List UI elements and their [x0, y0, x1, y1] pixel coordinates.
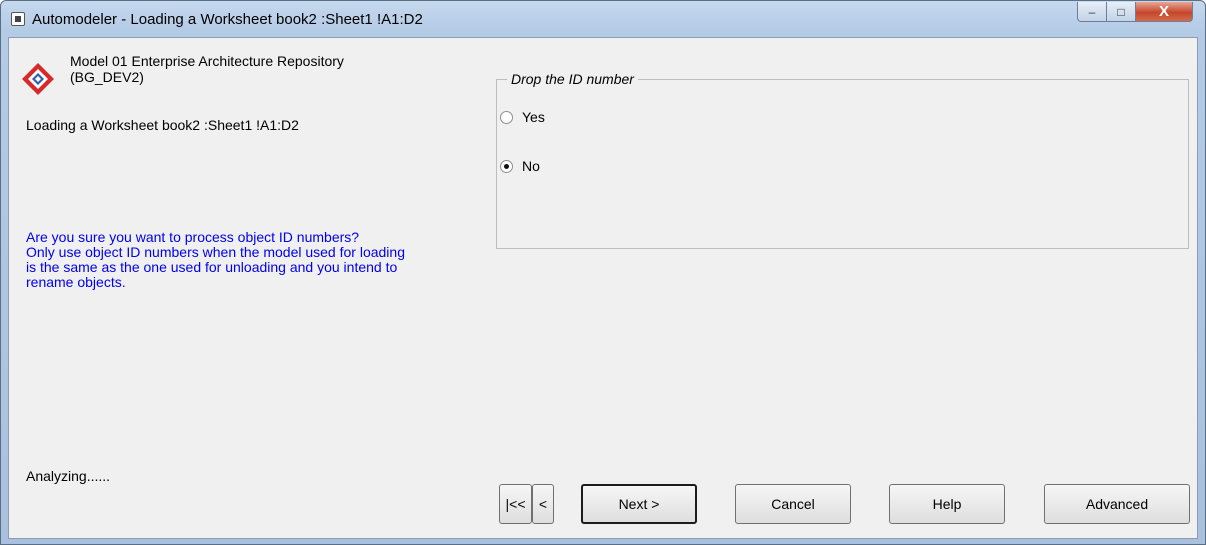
window-title: Automodeler - Loading a Worksheet book2 …: [32, 11, 423, 28]
radio-option-no[interactable]: No: [500, 158, 540, 174]
radio-yes-label[interactable]: Yes: [522, 109, 545, 125]
repository-logo-icon: [22, 63, 54, 95]
first-page-button[interactable]: |<<: [499, 484, 532, 524]
radio-no-label[interactable]: No: [522, 158, 540, 174]
close-icon: X: [1158, 3, 1169, 20]
warning-line: Only use object ID numbers when the mode…: [26, 244, 405, 260]
title-bar[interactable]: Automodeler - Loading a Worksheet book2 …: [1, 1, 1205, 37]
warning-line: Are you sure you want to process object …: [26, 229, 360, 245]
radio-yes-indicator[interactable]: [500, 110, 513, 124]
model-name: Model 01 Enterprise Architecture Reposit…: [70, 53, 344, 69]
app-window-icon[interactable]: [11, 12, 25, 26]
radio-option-yes[interactable]: Yes: [500, 109, 545, 125]
maximize-icon: □: [1117, 4, 1125, 19]
model-info: Model 01 Enterprise Architecture Reposit…: [70, 53, 344, 85]
advanced-button[interactable]: Advanced: [1044, 484, 1190, 524]
minimize-button[interactable]: –: [1077, 2, 1107, 22]
warning-line: is the same as the one used for unloadin…: [26, 259, 398, 275]
loading-label: Loading a Worksheet book2 :Sheet1 !A1:D2: [26, 117, 299, 133]
status-text: Analyzing......: [26, 468, 111, 484]
cancel-button[interactable]: Cancel: [735, 484, 851, 524]
minimize-icon: –: [1088, 4, 1096, 19]
groupbox-legend: Drop the ID number: [507, 71, 638, 87]
help-button[interactable]: Help: [889, 484, 1005, 524]
maximize-button[interactable]: □: [1106, 2, 1136, 22]
previous-button[interactable]: <: [532, 484, 554, 524]
next-button[interactable]: Next >: [581, 484, 697, 524]
warning-message: Are you sure you want to process object …: [26, 230, 486, 290]
radio-no-indicator[interactable]: [500, 159, 513, 173]
model-db: (BG_DEV2): [70, 69, 144, 85]
wizard-panel: Model 01 Enterprise Architecture Reposit…: [8, 37, 1198, 539]
close-button[interactable]: X: [1135, 2, 1193, 22]
automodeler-window: Automodeler - Loading a Worksheet book2 …: [0, 0, 1206, 545]
drop-id-groupbox: [496, 79, 1189, 249]
warning-line: rename objects.: [26, 274, 126, 290]
